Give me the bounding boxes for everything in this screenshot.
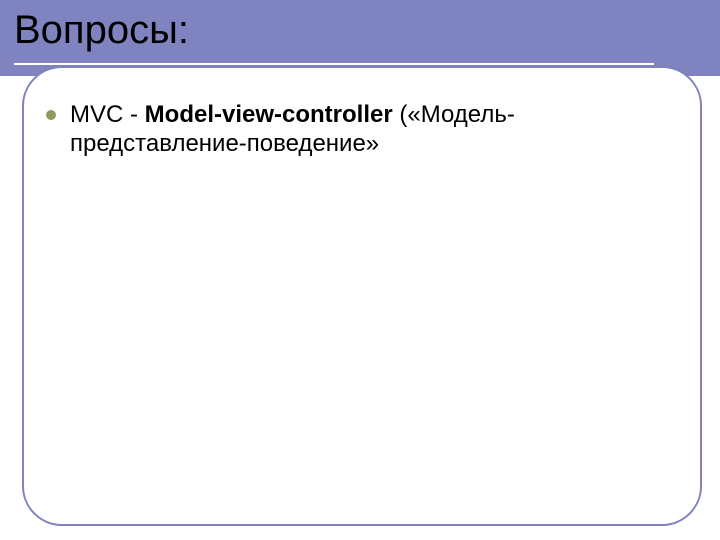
bullet-item: MVC - Model-view-controller («Модель-пре…	[46, 100, 686, 159]
bullet-bold: Model-view-controller	[145, 101, 393, 128]
bullet-icon	[46, 110, 56, 120]
bullet-text: MVC - Model-view-controller («Модель-пре…	[70, 100, 686, 159]
slide-title: Вопросы:	[14, 8, 189, 53]
bullet-prefix: MVC -	[70, 101, 145, 128]
header-underline	[14, 63, 654, 65]
